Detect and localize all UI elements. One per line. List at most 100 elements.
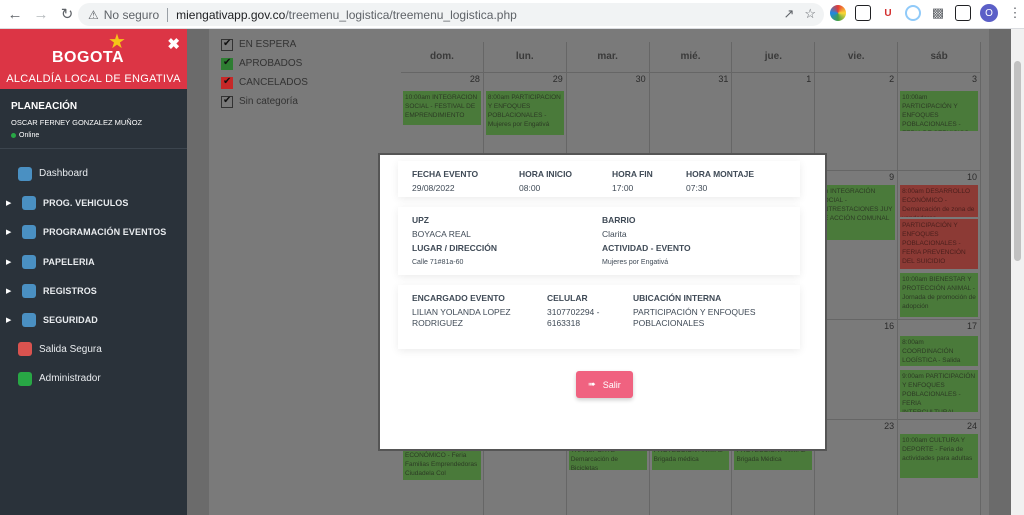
dashboard-icon: [18, 166, 32, 181]
online-dot-icon: [11, 133, 16, 138]
star-icon: ★: [108, 31, 126, 53]
calendar-event[interactable]: pm INTEGRACIÓN SOCIAL - ENTRESTACIONES J…: [817, 185, 896, 240]
calendar-day-header: vie.: [815, 42, 899, 72]
salir-button[interactable]: ➠ Salir: [576, 371, 633, 398]
celular-field: CELULAR 3107702294 - 6163318: [547, 293, 600, 328]
sidebar-item-prog-vehiculos[interactable]: ▶ PROG. VEHICULOS: [0, 188, 187, 217]
calendar-day-header: sáb: [898, 42, 982, 72]
hora-fin-field: HORA FIN 17:00: [612, 169, 653, 193]
calendar-day-cell[interactable]: 3 10:00am PARTICIPACIÓN Y ENFOQUES POBLAC…: [898, 73, 982, 170]
sidebar-item-label: Administrador: [39, 373, 101, 385]
day-number: 10: [967, 172, 978, 182]
sidebar-item-dashboard[interactable]: Dashboard: [0, 159, 187, 188]
forward-icon[interactable]: →: [30, 3, 52, 25]
checkbox-icon[interactable]: [221, 76, 233, 89]
day-number: 23: [884, 421, 895, 431]
calendar-day-header: jue.: [732, 42, 816, 72]
legend-item[interactable]: CANCELADOS: [221, 73, 308, 92]
address-bar[interactable]: ⚠ No seguro miengativapp.gov.co /treemen…: [78, 3, 824, 26]
user-status-text: Online: [19, 132, 40, 139]
calendar-day-cell[interactable]: 2: [815, 73, 899, 170]
puzzle-icon[interactable]: ▩: [930, 5, 946, 21]
calendar-event[interactable]: 8:00am DESARROLLO ECONÓMICO - Demarcació…: [900, 185, 979, 217]
legend-item[interactable]: APROBADOS: [221, 54, 308, 73]
legend-item[interactable]: Sin categoría: [221, 92, 308, 111]
sidebar-item-label: PROGRAMACIÓN EVENTOS: [43, 227, 167, 238]
sidebar-item-label: PROG. VEHICULOS: [43, 197, 129, 208]
location-card: UPZ BOYACA REAL BARRIO Clarita LUGAR / D…: [398, 207, 800, 275]
caret-right-icon: ▶: [6, 317, 12, 325]
day-number: 2: [889, 74, 895, 84]
legend: EN ESPERA APROBADOS CANCELADOS Sin categ…: [221, 35, 308, 111]
sidebar-item-label: PAPELERIA: [43, 256, 95, 267]
security-label: No seguro: [103, 7, 160, 22]
calendar-day-cell[interactable]: 16: [815, 320, 899, 419]
lugar-field: LUGAR / DIRECCIÓN Calle 71#81a-60: [412, 243, 497, 266]
shield-extension-icon[interactable]: U: [880, 5, 896, 21]
calendar-day-cell[interactable]: 24 10:00am CULTURA Y DEPORTE - Feria de a…: [898, 420, 982, 515]
sidebar-item-registros[interactable]: ▶ REGISTROS: [0, 276, 187, 305]
warning-icon: ⚠: [88, 7, 99, 22]
day-number: 9: [889, 172, 895, 182]
calendar-event[interactable]: PARTICIPACIÓN Y ENFOQUES POBLACIONALES -…: [900, 219, 979, 269]
sidebar-item-administrador[interactable]: Administrador: [0, 364, 187, 393]
day-number: 31: [718, 74, 729, 84]
url-path: /treemenu_logistica/treemenu_logistica.p…: [285, 7, 517, 22]
bookmark-star-icon[interactable]: ☆: [804, 6, 816, 22]
color-extension-icon[interactable]: [830, 5, 846, 21]
hora-inicio-field: HORA INICIO 08:00: [519, 169, 573, 193]
checkbox-icon[interactable]: [221, 95, 233, 108]
legend-item[interactable]: EN ESPERA: [221, 35, 308, 54]
day-number: 16: [884, 321, 895, 331]
calendar-day-header: mar.: [567, 42, 650, 72]
scrollbar-thumb[interactable]: [1014, 61, 1021, 261]
sidebar-item-salida-segura[interactable]: Salida Segura: [0, 335, 187, 364]
user-status: Online: [11, 132, 187, 139]
truck-icon: [22, 195, 36, 210]
calendar-event[interactable]: 9:00am PARTICIPACIÓN Y ENFOQUES POBLACIO…: [900, 370, 979, 412]
share-icon[interactable]: ↗: [783, 6, 794, 22]
calendar-day-cell[interactable]: 10 8:00am DESARROLLO ECONÓMICO - Demarcac…: [898, 171, 982, 319]
user-panel: PLANEACIÓN OSCAR FERNEY GONZALEZ MUÑOZ O…: [0, 89, 187, 149]
back-icon[interactable]: ←: [4, 3, 26, 25]
exit-icon: [18, 342, 32, 357]
calendar-day-header: lun.: [484, 42, 567, 72]
day-number: 1: [806, 74, 812, 84]
profile-avatar[interactable]: O: [980, 4, 998, 22]
calendar-day-cell[interactable]: 17 8:00am COORDINACIÓN LOGÍSTICA - Salida…: [898, 320, 982, 419]
close-icon[interactable]: ✖: [167, 35, 180, 53]
calendar-event[interactable]: 8:00am PARTICIPACION Y ENFOQUES POBLACIO…: [485, 91, 564, 135]
times-card: FECHA EVENTO 29/08/2022 HORA INICIO 08:0…: [398, 161, 800, 197]
ubicacion-field: UBICACIÓN INTERNA PARTICIPACIÓN Y ENFOQU…: [633, 293, 756, 328]
screen-extension-icon[interactable]: [855, 5, 871, 21]
page-scrollbar[interactable]: [1011, 29, 1024, 515]
hora-montaje-field: HORA MONTAJE 07:30: [686, 169, 754, 193]
sidepanel-icon[interactable]: [955, 5, 971, 21]
calendar-event[interactable]: 10:00am BIENESTAR Y PROTECCIÓN ANIMAL - …: [900, 273, 979, 317]
calendar-event[interactable]: 10:00am INTEGRACION SOCIAL - FESTIVAL DE…: [403, 91, 481, 125]
menu-kebab-icon[interactable]: ⋮: [1007, 5, 1023, 21]
sidebar-item-seguridad[interactable]: ▶ SEGURIDAD: [0, 305, 187, 334]
checkbox-icon[interactable]: [221, 57, 233, 70]
calendar-event[interactable]: 8:00am COORDINACIÓN LOGÍSTICA - Salida 2…: [900, 336, 979, 366]
url-host: miengativapp.gov.co: [176, 7, 286, 22]
barrio-field: BARRIO Clarita: [602, 215, 636, 239]
browser-toolbar: ← → ↻ ⚠ No seguro miengativapp.gov.co /t…: [0, 0, 1024, 29]
calendar-event[interactable]: 10:00am PARTICIPACIÓN Y ENFOQUES POBLACI…: [900, 91, 979, 131]
day-number: 30: [635, 74, 646, 84]
sidebar-item-label: Dashboard: [39, 168, 88, 180]
reload-icon[interactable]: ↻: [56, 3, 78, 25]
caret-right-icon: ▶: [6, 199, 12, 207]
calendar-day-cell[interactable]: 9 pm INTEGRACIÓN SOCIAL - ENTRESTACIONES …: [815, 171, 899, 319]
sidebar-item-papeleria[interactable]: ▶ PAPELERIA: [0, 247, 187, 276]
checkbox-icon[interactable]: [221, 38, 233, 51]
brand-header: BOGOTA ★ ALCALDÍA LOCAL DE ENGATIVA ✖: [0, 29, 187, 89]
calendar-day-cell[interactable]: 23: [815, 420, 899, 515]
calendar-icon: [22, 225, 36, 240]
contact-card: ENCARGADO EVENTO LILIAN YOLANDA LOPEZ RO…: [398, 285, 800, 349]
caret-right-icon: ▶: [6, 287, 12, 295]
calendar-event[interactable]: 10:00am CULTURA Y DEPORTE - Feria de act…: [900, 434, 979, 478]
sidebar-item-label: REGISTROS: [43, 285, 97, 296]
sidebar-item-programación-eventos[interactable]: ▶ PROGRAMACIÓN EVENTOS: [0, 218, 187, 247]
circle-extension-icon[interactable]: [905, 5, 921, 21]
